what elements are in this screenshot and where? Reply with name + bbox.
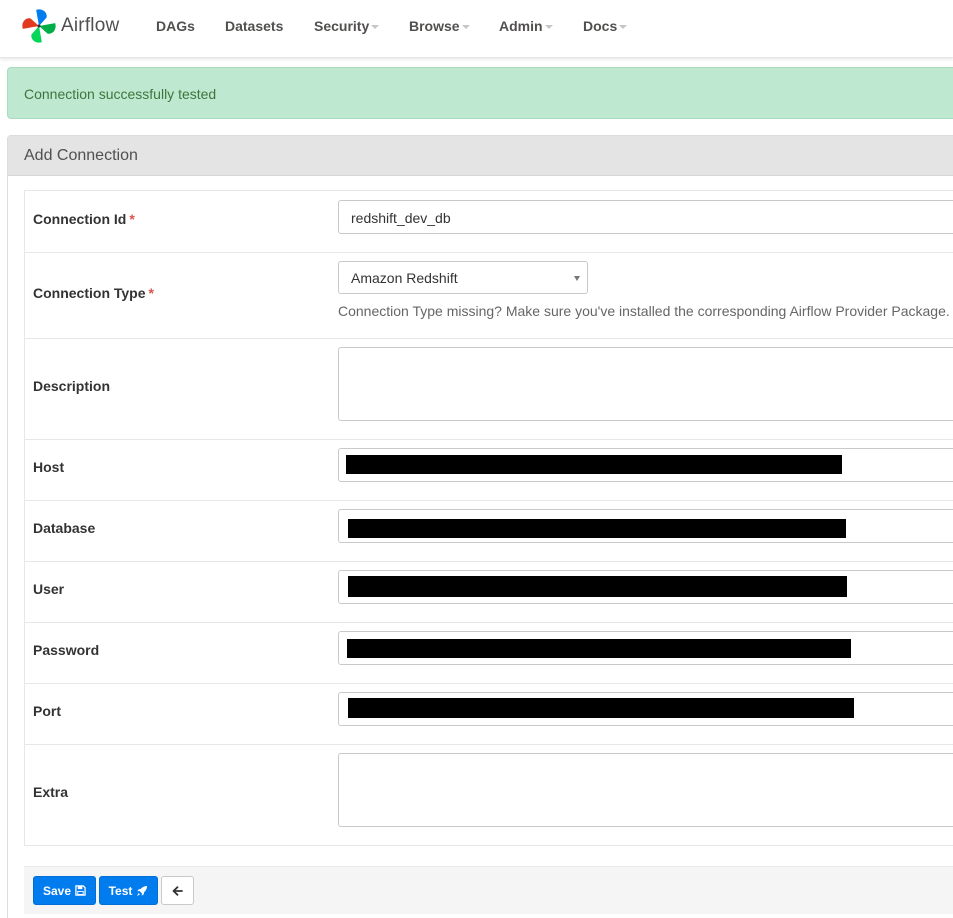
alert-message: Connection successfully tested [24, 86, 217, 102]
brand-link[interactable]: Airflow [20, 6, 119, 46]
test-button[interactable]: Test [99, 876, 158, 905]
redacted-value [348, 576, 847, 597]
caret-down-icon [461, 25, 470, 29]
back-button[interactable] [161, 876, 194, 905]
nav-docs-label: Docs [583, 18, 618, 34]
redacted-value [348, 519, 846, 538]
caret-down-icon [619, 25, 628, 29]
user-input[interactable] [338, 570, 953, 604]
chevron-down-icon [574, 276, 580, 281]
caret-down-icon [371, 25, 380, 29]
connection-type-value: Amazon Redshift [351, 270, 458, 286]
redacted-value [348, 698, 854, 718]
arrow-left-icon [172, 885, 183, 896]
redacted-value [347, 639, 851, 658]
connection-id-input[interactable]: redshift_dev_db [338, 200, 953, 234]
description-textarea[interactable] [338, 347, 953, 421]
host-label: Host [33, 459, 65, 475]
user-label: User [33, 581, 65, 597]
database-label: Database [33, 520, 96, 536]
nav-security[interactable]: Security [314, 18, 380, 34]
save-button-label: Save [42, 883, 72, 898]
success-alert: Connection successfully tested [7, 67, 953, 119]
description-label: Description [33, 378, 111, 394]
extra-label: Extra [33, 784, 69, 800]
test-button-label: Test [108, 883, 133, 898]
panel-heading: Add Connection [8, 136, 953, 176]
nav-security-label: Security [314, 18, 370, 34]
connection-type-help: Connection Type missing? Make sure you'v… [338, 303, 950, 319]
connection-type-select[interactable]: Amazon Redshift [338, 261, 588, 294]
extra-textarea[interactable] [338, 753, 953, 827]
floppy-disk-icon [75, 885, 86, 896]
port-label: Port [33, 703, 61, 719]
host-input[interactable] [338, 448, 953, 482]
nav-datasets-label: Datasets [225, 18, 284, 34]
panel-title: Add Connection [24, 147, 138, 164]
save-button[interactable]: Save [33, 876, 96, 905]
connection-id-value: redshift_dev_db [351, 210, 451, 226]
nav-docs[interactable]: Docs [583, 18, 628, 34]
rocket-icon [136, 885, 148, 897]
nav-admin[interactable]: Admin [499, 18, 553, 34]
nav-browse-label: Browse [409, 18, 460, 34]
nav-admin-label: Admin [499, 18, 543, 34]
nav-dags[interactable]: DAGs [156, 18, 195, 34]
caret-down-icon [544, 25, 553, 29]
redacted-value [346, 455, 842, 474]
connection-type-label: Connection Type * [33, 285, 154, 301]
database-input[interactable] [338, 509, 953, 543]
nav-datasets[interactable]: Datasets [225, 18, 283, 34]
top-navbar: Airflow DAGs Datasets Security Browse Ad… [0, 0, 953, 58]
password-label: Password [33, 642, 100, 658]
nav-browse[interactable]: Browse [409, 18, 470, 34]
nav-dags-label: DAGs [156, 18, 195, 34]
brand-name: Airflow [61, 15, 120, 36]
port-input[interactable] [338, 692, 953, 726]
airflow-logo-icon [20, 7, 58, 45]
password-input[interactable] [338, 631, 953, 665]
connection-id-label: Connection Id * [33, 211, 135, 227]
